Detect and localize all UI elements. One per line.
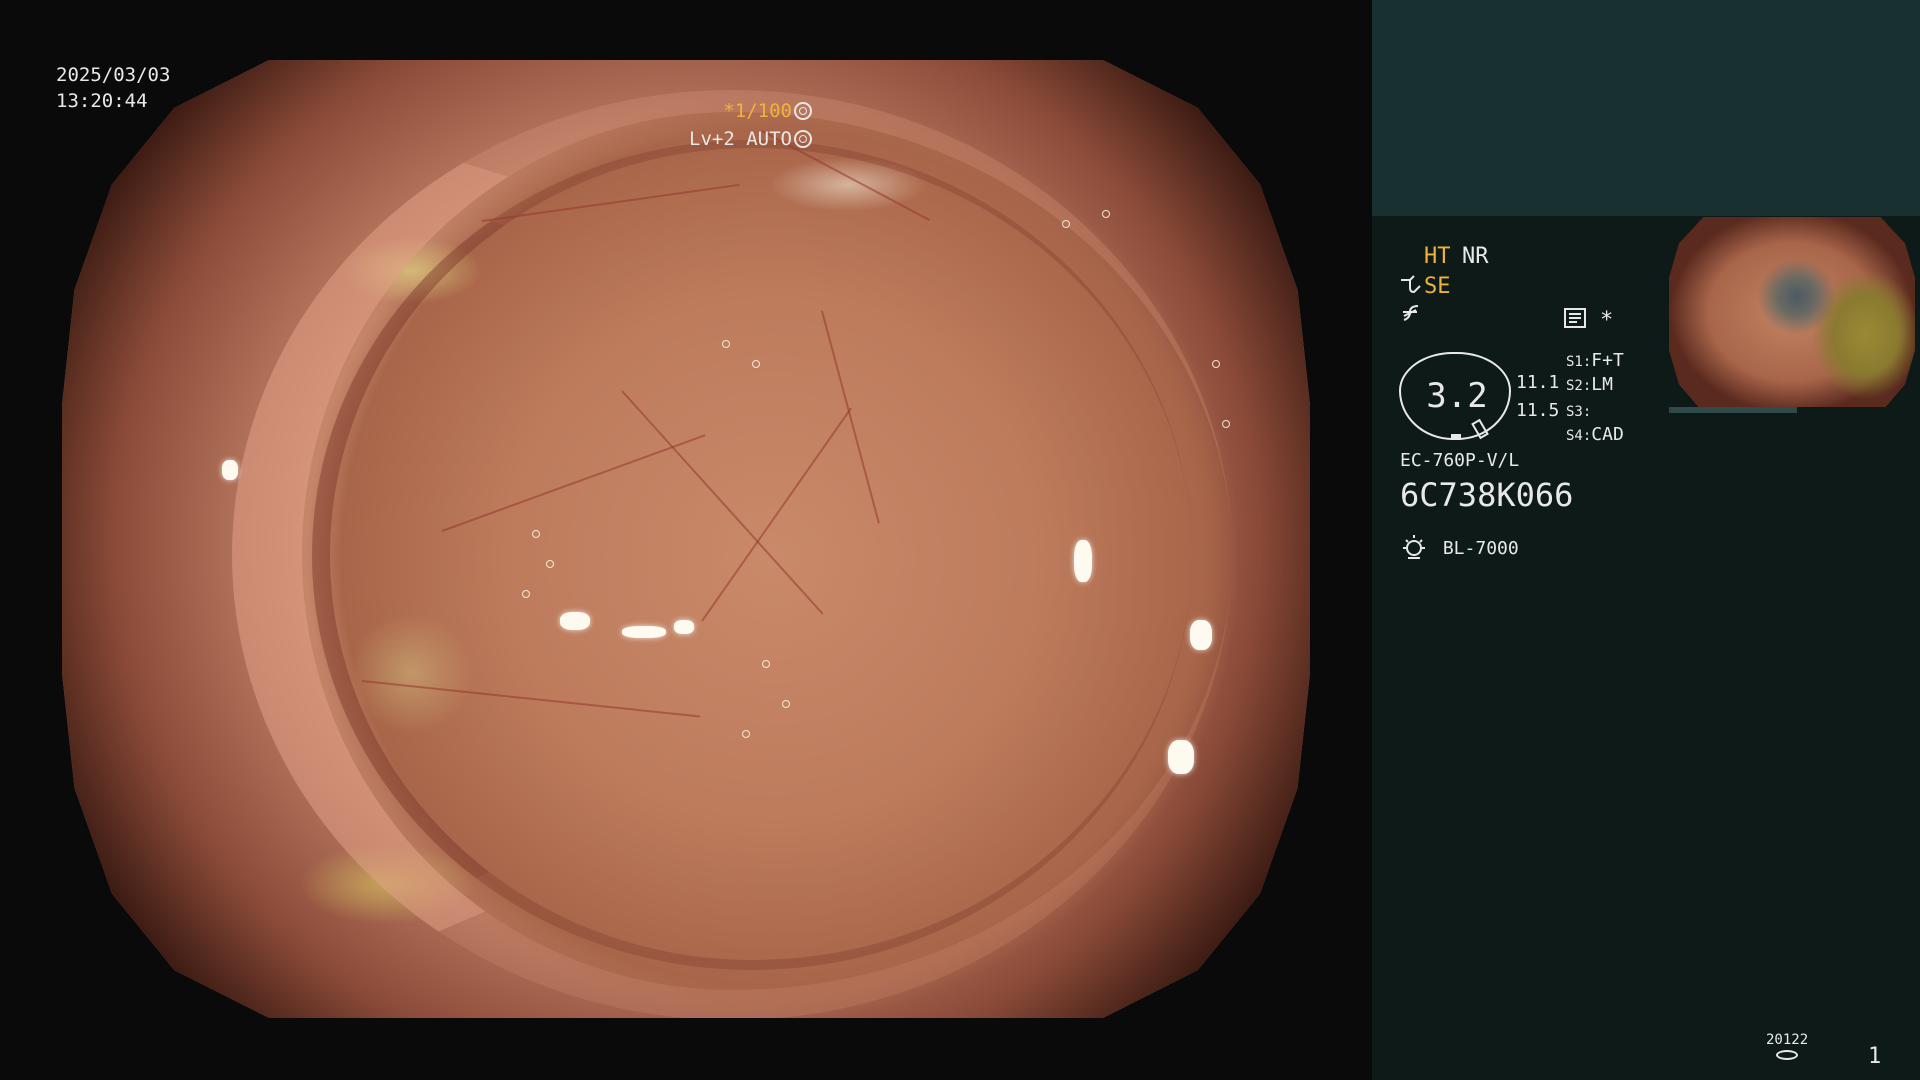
bubble bbox=[1062, 220, 1070, 228]
light-reflection bbox=[1190, 620, 1212, 650]
gauge-value: 3.2 bbox=[1426, 376, 1488, 416]
vessel bbox=[441, 434, 706, 532]
scope-model: EC-760P-V/L bbox=[1400, 450, 1520, 471]
bubble bbox=[1222, 420, 1230, 428]
scope-serial: 6C738K066 bbox=[1400, 476, 1574, 514]
light-reflection bbox=[560, 612, 590, 630]
switch-2: S2:LM bbox=[1566, 374, 1613, 395]
vessel bbox=[621, 390, 824, 615]
nr-indicator: NR bbox=[1462, 244, 1489, 269]
switch-4: S4:CAD bbox=[1566, 424, 1624, 445]
bulb-icon bbox=[1400, 535, 1443, 559]
thumbnail-bar bbox=[1669, 407, 1797, 413]
switch-2-key: S2: bbox=[1566, 378, 1592, 394]
bubble bbox=[762, 660, 770, 668]
storage-count: 20122 bbox=[1766, 1032, 1809, 1048]
switch-4-value: CAD bbox=[1591, 424, 1624, 445]
datetime-overlay: 2025/03/03 13:20:44 bbox=[56, 62, 170, 114]
bubble bbox=[722, 340, 730, 348]
endoscopic-image bbox=[62, 60, 1310, 1018]
switch-3-key: S3: bbox=[1566, 404, 1592, 420]
switch-2-value: LM bbox=[1591, 374, 1613, 395]
vessel bbox=[701, 407, 852, 622]
bubble bbox=[782, 700, 790, 708]
zoom-gauge: 3.2 bbox=[1399, 352, 1511, 440]
bubble bbox=[752, 360, 760, 368]
gauge-mark bbox=[1451, 434, 1461, 440]
disk-icon bbox=[1776, 1050, 1798, 1060]
light-reflection bbox=[1168, 740, 1194, 774]
asterisk-indicator: * bbox=[1600, 308, 1614, 333]
function-icon bbox=[1400, 302, 1422, 330]
date-text: 2025/03/03 bbox=[56, 64, 171, 86]
panel-header-area bbox=[1372, 0, 1920, 216]
shutter-speed-text: *1/100 bbox=[723, 100, 792, 122]
value-2: 11.5 bbox=[1516, 400, 1560, 421]
bubble bbox=[532, 530, 540, 538]
light-reflection bbox=[1074, 540, 1092, 582]
bubble bbox=[522, 590, 530, 598]
light-reflection bbox=[674, 620, 694, 634]
scope-icon bbox=[1400, 274, 1424, 300]
light-reflection bbox=[622, 626, 666, 638]
switch-1-value: F+T bbox=[1591, 350, 1624, 371]
light-source: BL-7000 bbox=[1400, 534, 1519, 560]
bubble bbox=[1102, 210, 1110, 218]
bubble bbox=[546, 560, 554, 568]
shutter-overlay: *1/100 bbox=[723, 98, 812, 124]
aperture-icon bbox=[794, 102, 812, 120]
endoscope-view: 2025/03/03 13:20:44 *1/100 Lv+2 AUTO bbox=[0, 0, 1372, 1080]
vessel bbox=[481, 183, 740, 222]
value-1: 11.1 bbox=[1516, 372, 1560, 393]
switch-1: S1:F+T bbox=[1566, 350, 1624, 371]
bubble bbox=[742, 730, 750, 738]
time-text: 13:20:44 bbox=[56, 90, 148, 112]
memo-icon bbox=[1564, 308, 1586, 332]
fold-shadow bbox=[312, 140, 1192, 970]
light-reflection bbox=[222, 460, 238, 480]
switch-4-key: S4: bbox=[1566, 428, 1592, 444]
enhancement-overlay: Lv+2 AUTO bbox=[689, 126, 812, 152]
se-indicator: SE bbox=[1424, 274, 1451, 299]
info-panel: HT NR SE * 3.2 11.1 11.5 S1:F+T S2:LM S3… bbox=[1372, 0, 1920, 1080]
light-source-name: BL-7000 bbox=[1442, 538, 1519, 559]
storage-indicator: 20122 bbox=[1766, 1032, 1808, 1064]
gauge-needle bbox=[1471, 418, 1489, 440]
vessel bbox=[361, 680, 701, 718]
switch-3: S3: bbox=[1566, 400, 1591, 421]
gear-icon bbox=[794, 130, 812, 148]
bubble bbox=[1212, 360, 1220, 368]
vessel bbox=[821, 310, 880, 524]
switch-1-key: S1: bbox=[1566, 354, 1592, 370]
ht-indicator: HT bbox=[1424, 244, 1451, 269]
reference-thumbnail[interactable] bbox=[1669, 217, 1915, 407]
page-number: 1 bbox=[1868, 1044, 1882, 1069]
enhancement-level-text: Lv+2 AUTO bbox=[689, 128, 792, 150]
